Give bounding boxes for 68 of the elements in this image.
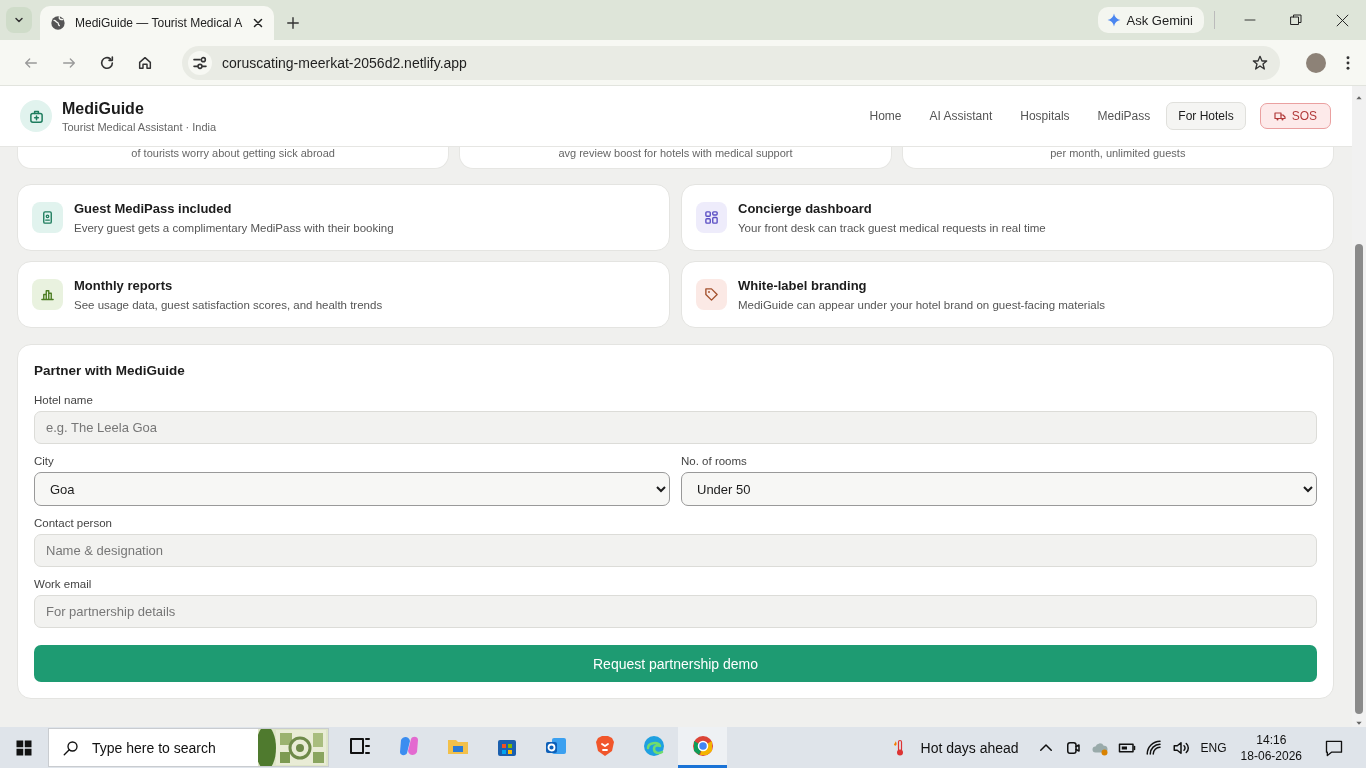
address-bar[interactable]: coruscating-meerkat-2056d2.netlify.app — [182, 45, 1280, 80]
field-label: Hotel name — [34, 394, 94, 406]
dropdown-field[interactable]: Goa — [34, 472, 670, 506]
close-icon[interactable] — [1336, 13, 1349, 27]
reload-icon[interactable] — [99, 54, 115, 71]
field-label: Work email — [34, 578, 93, 590]
feature-description: Your front desk can track guest medical requests in real time — [738, 222, 1046, 234]
form-title: Partner with MediGuide — [34, 363, 186, 378]
search-icon — [62, 738, 80, 757]
feature-title: Guest MediPass included — [74, 201, 233, 216]
nav-link[interactable]: AI Assistant — [917, 102, 1005, 130]
windows-logo-icon[interactable] — [15, 738, 33, 757]
scroll-up-icon[interactable] — [1355, 94, 1363, 102]
input-field[interactable]: e.g. The Leela Goa — [34, 411, 1317, 444]
restore-icon[interactable] — [1290, 14, 1302, 26]
tab-title: MediGuide — Tourist Medical A — [75, 16, 243, 30]
nav-link[interactable]: For Hotels — [1166, 102, 1246, 130]
scrollbar-thumb[interactable] — [1355, 244, 1363, 714]
feature-description: Every guest gets a complimentary MediPass with their booking — [74, 222, 394, 234]
site-settings-icon — [192, 54, 208, 71]
feature-title: Concierge dashboard — [738, 201, 873, 216]
weather-text: Hot days ahead — [920, 739, 1019, 756]
sparkle-icon — [1106, 13, 1121, 27]
feature-title: White-label branding — [738, 278, 868, 293]
feature-description: See usage data, guest satisfaction scores, and health trends — [74, 299, 383, 311]
sos-button[interactable]: SOS — [1259, 103, 1331, 129]
profile-avatar[interactable] — [1306, 52, 1326, 73]
taskbar-search-box[interactable]: Type here to search — [48, 728, 329, 767]
id-card-icon — [40, 210, 55, 225]
stat-caption: avg review boost for hotels with medical support — [558, 147, 793, 159]
brand-name: MediGuide — [62, 99, 145, 118]
chrome-icon — [690, 734, 715, 758]
clock[interactable]: 14:16 18-06-2026 — [1240, 731, 1302, 764]
stat-caption: of tourists worry about getting sick abroad — [131, 147, 335, 159]
field-label: No. of rooms — [681, 455, 748, 467]
brand-subtitle: Tourist Medical Assistant · India — [62, 120, 217, 133]
globe-icon — [50, 15, 66, 31]
edge-icon — [641, 734, 666, 758]
feature-title: Monthly reports — [74, 278, 174, 293]
input-field[interactable]: Name & designation — [34, 534, 1317, 567]
nav-link[interactable]: MediPass — [1085, 102, 1163, 130]
dropdown-field[interactable]: Under 50 — [681, 472, 1317, 506]
tag-icon — [704, 287, 719, 302]
weather-widget[interactable]: Hot days ahead — [890, 738, 1019, 757]
medical-bag-icon — [28, 108, 44, 124]
field-label: Contact person — [34, 517, 113, 529]
stat-caption: per month, unlimited guests — [1050, 147, 1186, 159]
feature-description: MediGuide can appear under your hotel brand on guest-facing materials — [738, 299, 1105, 311]
bar-chart-icon — [40, 287, 55, 302]
plus-icon[interactable] — [286, 16, 300, 30]
ask-gemini-button[interactable]: Ask Gemini — [1097, 7, 1204, 33]
clock-date: 18-06-2026 — [1240, 747, 1302, 764]
url-text: coruscating-meerkat-2056d2.netlify.app — [222, 54, 468, 71]
star-icon[interactable] — [1252, 54, 1268, 71]
grid-icon — [704, 210, 719, 225]
home-icon[interactable] — [137, 54, 153, 71]
language-indicator[interactable]: ENG — [1200, 740, 1227, 755]
field-label: City — [34, 455, 55, 467]
request-demo-button[interactable]: Request partnership demo — [34, 645, 1317, 682]
browser-tab[interactable]: MediGuide — Tourist Medical A — [40, 6, 274, 40]
ambulance-icon — [1273, 110, 1286, 122]
nav-link[interactable]: Home — [857, 102, 914, 130]
wifi-icon[interactable] — [1144, 738, 1163, 757]
input-field[interactable]: For partnership details — [34, 595, 1317, 628]
nav-link[interactable]: Hospitals — [1008, 102, 1082, 130]
clock-time: 14:16 — [1256, 731, 1287, 748]
close-icon[interactable] — [252, 17, 264, 29]
search-placeholder: Type here to search — [92, 739, 217, 756]
